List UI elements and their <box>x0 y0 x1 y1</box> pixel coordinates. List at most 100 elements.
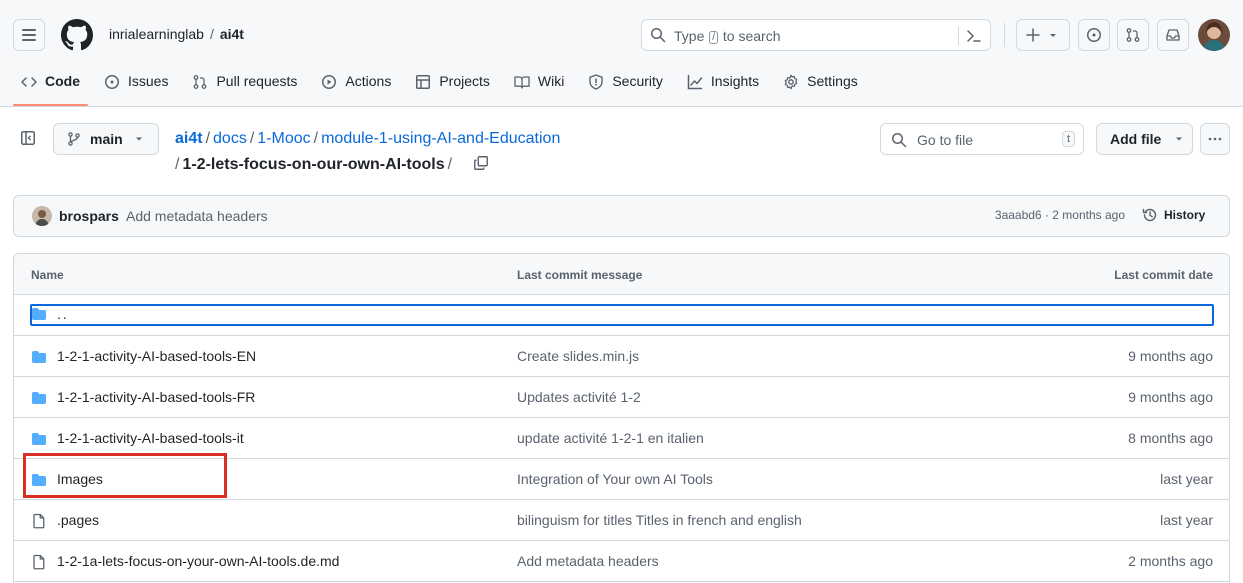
tab-settings[interactable]: Settings <box>775 68 866 106</box>
tab-label: Pull requests <box>216 73 298 89</box>
commit-author[interactable]: brospars <box>59 208 119 224</box>
commit-meta[interactable]: 3aaabd6 · 2 months ago <box>995 208 1125 222</box>
row-date: 2 months ago <box>1128 553 1213 569</box>
path-segment-mooc[interactable]: 1-Mooc <box>257 130 310 147</box>
triangle-down-icon <box>1050 34 1056 37</box>
row-commit-message[interactable]: bilinguism for titles Titles in french a… <box>517 512 802 528</box>
parent-directory-row[interactable]: .. <box>14 295 1229 336</box>
go-to-file-placeholder: Go to file <box>917 132 974 148</box>
folder-icon <box>32 392 46 404</box>
path-separator: / <box>205 130 211 147</box>
branch-selector-button[interactable]: main <box>53 123 159 155</box>
row-commit-message[interactable]: Updates activité 1-2 <box>517 389 641 405</box>
row-date: 9 months ago <box>1128 348 1213 364</box>
command-palette-icon[interactable] <box>966 28 982 44</box>
branch-icon <box>68 132 80 146</box>
column-header-message: Last commit message <box>517 268 643 282</box>
search-shortcut-key: / <box>709 31 719 44</box>
code-icon <box>21 77 37 87</box>
tab-security[interactable]: Security <box>580 68 671 106</box>
triangle-down-icon <box>1176 137 1183 141</box>
table-header: Name Last commit message Last commit dat… <box>14 254 1229 295</box>
table-row[interactable]: .pages bilinguism for titles Titles in f… <box>14 500 1229 541</box>
add-file-button[interactable]: Add file <box>1096 123 1193 155</box>
tab-projects[interactable]: Projects <box>407 68 498 106</box>
row-commit-message[interactable]: update activité 1-2-1 en italien <box>517 430 704 446</box>
global-header: inrialearninglab / ai4t Type / to search C… <box>0 0 1243 107</box>
repo-link[interactable]: ai4t <box>220 26 244 42</box>
history-icon <box>1142 208 1157 222</box>
tab-pull-requests[interactable]: Pull requests <box>184 68 305 106</box>
tab-insights[interactable]: Insights <box>679 68 767 106</box>
branch-name: main <box>90 131 123 147</box>
table-row[interactable]: 1-2-1a-lets-focus-on-your-own-AI-tools.d… <box>14 541 1229 582</box>
row-date: last year <box>1160 471 1213 487</box>
file-icon <box>33 513 45 529</box>
row-name[interactable]: 1-2-1-activity-AI-based-tools-FR <box>57 389 255 405</box>
path-segment-repo[interactable]: ai4t <box>175 130 203 147</box>
folder-icon <box>32 351 46 363</box>
row-commit-message[interactable]: Add metadata headers <box>517 553 659 569</box>
focus-outline <box>30 304 1214 326</box>
author-avatar[interactable] <box>32 206 52 226</box>
history-button[interactable]: History <box>1142 207 1205 223</box>
pull-requests-button[interactable] <box>1117 19 1149 51</box>
search-prefix: Type <box>674 28 705 44</box>
tab-label: Settings <box>807 73 858 89</box>
row-date: 9 months ago <box>1128 389 1213 405</box>
parent-directory-label: .. <box>57 306 69 322</box>
commit-message[interactable]: Add metadata headers <box>126 208 268 224</box>
search-icon <box>651 28 666 43</box>
pull-request-icon <box>194 75 207 89</box>
global-search-input[interactable]: Type / to search <box>641 19 991 51</box>
issues-button[interactable] <box>1078 19 1110 51</box>
path-separator: / <box>175 156 180 173</box>
gear-icon <box>784 74 798 90</box>
path-segment-module[interactable]: module-1-using-AI-and-Education <box>321 130 560 147</box>
tab-issues[interactable]: Issues <box>96 68 176 106</box>
graph-icon <box>687 74 703 90</box>
create-new-button[interactable] <box>1016 19 1070 51</box>
inbox-icon <box>1166 29 1180 41</box>
table-row[interactable]: 1-2-1-activity-AI-based-tools-EN Create … <box>14 336 1229 377</box>
tab-code[interactable]: Code <box>13 68 88 106</box>
repo-breadcrumb: inrialearninglab / ai4t <box>109 26 244 42</box>
pull-request-icon <box>1126 28 1140 42</box>
tab-label: Issues <box>128 73 169 89</box>
go-to-file-shortcut: t <box>1061 131 1075 147</box>
owner-link[interactable]: inrialearninglab <box>109 26 204 42</box>
table-row[interactable]: 1-2-1-activity-AI-based-tools-FR Updates… <box>14 377 1229 418</box>
table-icon <box>416 75 431 89</box>
book-icon <box>514 76 530 89</box>
row-name[interactable]: .pages <box>57 512 99 528</box>
tab-wiki[interactable]: Wiki <box>506 68 572 106</box>
row-name[interactable]: 1-2-1-activity-AI-based-tools-it <box>57 430 244 446</box>
path-segment-docs[interactable]: docs <box>213 130 247 147</box>
triangle-down-icon <box>135 137 142 141</box>
user-avatar[interactable] <box>1198 19 1230 51</box>
sidebar-toggle-icon[interactable] <box>20 130 36 146</box>
github-logo-icon[interactable] <box>61 19 93 51</box>
path-separator: / <box>447 156 453 173</box>
repo-nav-tabs: Code Issues Pull requests Actions Projec… <box>13 68 874 106</box>
breadcrumb-separator: / <box>209 26 214 42</box>
tab-label: Wiki <box>537 73 565 89</box>
copy-icon[interactable] <box>473 155 489 171</box>
file-table: Name Last commit message Last commit dat… <box>13 253 1230 583</box>
row-name[interactable]: 1-2-1-activity-AI-based-tools-EN <box>57 348 256 364</box>
more-options-button[interactable] <box>1200 123 1230 155</box>
column-header-name: Name <box>31 268 64 282</box>
tab-label: Insights <box>710 73 760 89</box>
row-commit-message[interactable]: Create slides.min.js <box>517 348 639 364</box>
inbox-button[interactable] <box>1157 19 1189 51</box>
plus-icon <box>1026 28 1040 42</box>
kebab-horizontal-icon <box>1208 137 1222 141</box>
row-commit-message[interactable]: Integration of Your own AI Tools <box>517 471 713 487</box>
path-separator: / <box>313 130 319 147</box>
tab-actions[interactable]: Actions <box>313 68 399 106</box>
go-to-file-input[interactable]: Go to file t <box>880 123 1084 155</box>
current-folder-name: 1-2-lets-focus-on-our-own-AI-tools <box>182 156 445 173</box>
annotation-highlight-box <box>23 453 227 498</box>
menu-button[interactable] <box>13 19 45 51</box>
row-name[interactable]: 1-2-1a-lets-focus-on-your-own-AI-tools.d… <box>57 553 339 569</box>
